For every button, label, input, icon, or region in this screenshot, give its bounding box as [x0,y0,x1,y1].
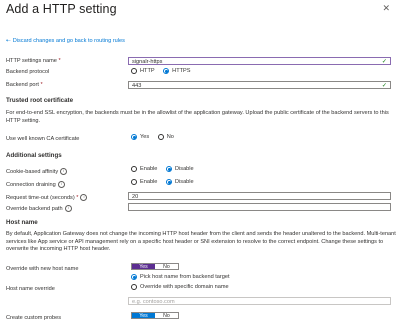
discard-changes-label: Discard changes and go back to routing r… [12,38,125,44]
page-title: Add a HTTP setting [6,2,117,16]
override-host-toggle-no[interactable]: No [155,264,178,270]
create-custom-probes-label: Create custom probes [6,315,62,321]
cookie-enable-radio[interactable]: Enable [131,166,157,172]
well-known-no-radio[interactable]: No [157,134,174,140]
cookie-affinity-radio-group: Enable Disable [131,166,201,174]
override-specific-option: Override with specific domain name [131,284,236,292]
required-marker: * [40,82,43,88]
http-settings-name-input[interactable]: signalr-https ✓ [128,57,391,65]
connection-draining-radio-group: Enable Disable [131,179,201,187]
override-specific-radio[interactable]: Override with specific domain name [131,284,229,290]
info-icon[interactable]: i [57,181,65,188]
additional-settings-heading: Additional settings [6,152,62,159]
backend-protocol-label: Backend protocol [6,69,50,75]
trusted-root-heading: Trusted root certificate [6,97,74,104]
discard-changes-link[interactable]: ⇠ Discard changes and go back to routing… [6,38,125,44]
pick-backend-radio[interactable]: Pick host name from backend target [131,274,230,280]
backend-port-value: 443 [132,83,142,89]
required-marker: * [76,194,79,201]
domain-name-input[interactable]: e.g. contoso.com [128,297,391,305]
back-arrow-icon: ⇠ [6,38,11,44]
override-host-name-label: Override with new host name [6,266,79,272]
required-marker: * [58,58,61,64]
cookie-affinity-label: Cookie-based affinity i [6,168,68,175]
pick-backend-option: Pick host name from backend target [131,274,237,282]
custom-probes-toggle-yes[interactable]: Yes [132,313,155,319]
http-settings-name-label: HTTP settings name * [6,58,61,64]
cookie-disable-radio[interactable]: Disable [165,166,194,172]
info-icon[interactable]: i [64,205,72,212]
protocol-https-radio[interactable]: HTTPS [163,68,191,74]
override-backend-path-input[interactable] [128,203,391,211]
info-icon[interactable]: i [60,168,68,175]
request-timeout-input[interactable]: 20 [128,192,391,200]
request-timeout-value: 20 [132,194,139,200]
override-backend-path-label: Override backend path i [6,205,72,212]
well-known-ca-radio-group: Yes No [131,134,181,142]
override-host-toggle: Yes No [131,263,179,270]
well-known-ca-label: Use well known CA certificate [6,136,80,142]
host-name-description: By default, Application Gateway does not… [6,231,396,253]
trusted-root-description: For end-to-end SSL encryption, the backe… [6,110,389,124]
draining-enable-radio[interactable]: Enable [131,179,157,185]
checkmark-icon: ✓ [381,82,387,89]
backend-protocol-radio-group: HTTP HTTPS [131,68,198,76]
http-settings-name-value: signalr-https [132,59,163,65]
info-icon[interactable]: i [80,194,88,201]
backend-port-label: Backend port * [6,82,43,88]
override-host-toggle-yes[interactable]: Yes [132,264,155,270]
domain-name-placeholder: e.g. contoso.com [132,299,175,305]
backend-port-input[interactable]: 443 ✓ [128,81,391,89]
host-name-override-label: Host name override [6,286,55,292]
close-icon[interactable]: ✕ [382,3,390,14]
custom-probes-toggle-no[interactable]: No [155,313,178,319]
protocol-http-radio[interactable]: HTTP [131,68,155,74]
well-known-yes-radio[interactable]: Yes [131,134,149,140]
custom-probes-toggle: Yes No [131,312,179,319]
connection-draining-label: Connection draining i [6,181,65,188]
checkmark-icon: ✓ [381,58,387,65]
host-name-heading: Host name [6,219,38,226]
draining-disable-radio[interactable]: Disable [165,179,194,185]
request-timeout-label: Request time-out (seconds) * i [6,194,88,201]
